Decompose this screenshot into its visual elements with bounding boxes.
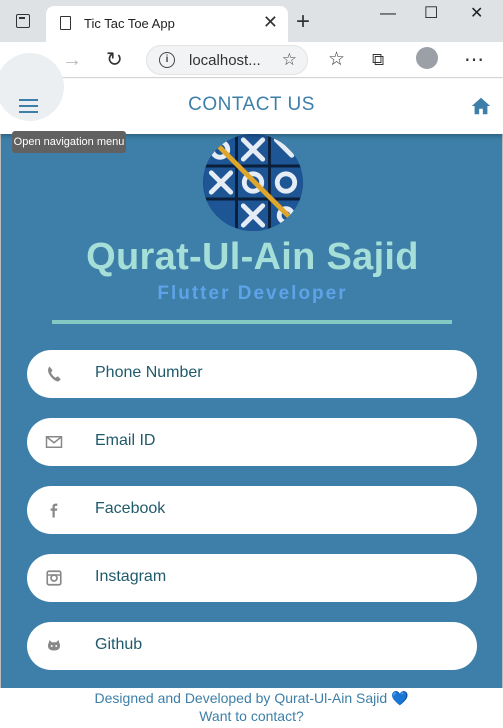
page-icon bbox=[60, 16, 71, 30]
add-favorite-icon[interactable]: ☆ bbox=[282, 50, 297, 70]
browser-titlebar: Tic Tac Toe App ✕ + — ☐ ✕ bbox=[0, 0, 503, 42]
favorites-icon[interactable]: ☆ bbox=[328, 46, 345, 74]
footer: Designed and Developed by Qurat-Ul-Ain S… bbox=[0, 688, 503, 728]
contact-label: Email ID bbox=[95, 432, 156, 449]
contact-phone-card[interactable]: Phone Number bbox=[27, 350, 477, 398]
minimize-button[interactable]: — bbox=[380, 2, 396, 26]
browser-toolbar: ← → ↻ i localhost... ☆ ☆ ⧉ ⋯ bbox=[0, 42, 503, 78]
contact-github-card[interactable]: Github bbox=[27, 622, 477, 670]
contact-label: Instagram bbox=[95, 568, 167, 585]
phone-icon bbox=[48, 366, 61, 382]
info-icon[interactable]: i bbox=[159, 52, 175, 68]
contact-instagram-card[interactable]: Instagram bbox=[27, 554, 477, 602]
footer-credit: Designed and Developed by Qurat-Ul-Ain S… bbox=[94, 690, 409, 706]
maximize-button[interactable]: ☐ bbox=[424, 2, 438, 26]
divider bbox=[52, 320, 452, 324]
developer-name: Qurat-Ul-Ain Sajid bbox=[86, 236, 419, 278]
contact-email-card[interactable]: Email ID bbox=[27, 418, 477, 466]
address-text[interactable]: localhost... bbox=[189, 52, 261, 69]
more-options-icon[interactable]: ⋯ bbox=[464, 46, 484, 74]
window-close-button[interactable]: ✕ bbox=[470, 2, 483, 26]
new-tab-button[interactable]: + bbox=[296, 8, 310, 36]
facebook-icon bbox=[50, 503, 58, 518]
instagram-icon bbox=[46, 570, 62, 586]
refresh-icon[interactable]: ↻ bbox=[106, 46, 123, 74]
mail-icon bbox=[45, 436, 63, 448]
page-title: CONTACT US bbox=[188, 94, 315, 115]
app-bar: CONTACT US bbox=[0, 53, 503, 134]
contact-label: Github bbox=[95, 636, 143, 653]
footer-contact-prompt[interactable]: Want to contact? bbox=[0, 708, 503, 724]
developer-role: Flutter Developer bbox=[157, 283, 348, 304]
address-bar[interactable]: i localhost... ☆ bbox=[146, 45, 308, 75]
forward-icon[interactable]: → bbox=[62, 46, 82, 74]
browser-tab[interactable]: Tic Tac Toe App ✕ bbox=[46, 6, 288, 42]
collections-icon[interactable]: ⧉ bbox=[372, 46, 384, 74]
github-icon bbox=[48, 640, 60, 651]
tab-actions-icon[interactable] bbox=[16, 14, 30, 28]
contact-label: Phone Number bbox=[95, 364, 203, 381]
tic-tac-toe-logo-icon bbox=[203, 134, 303, 231]
contact-label: Facebook bbox=[95, 500, 166, 517]
profile-avatar[interactable] bbox=[416, 47, 438, 69]
tab-title: Tic Tac Toe App bbox=[84, 16, 175, 31]
contact-panel: Qurat-Ul-Ain Sajid Flutter Developer Pho… bbox=[0, 134, 503, 688]
menu-tooltip: Open navigation menu bbox=[12, 131, 126, 153]
home-icon[interactable] bbox=[470, 95, 492, 117]
tab-close-button[interactable]: ✕ bbox=[263, 12, 278, 33]
contact-facebook-card[interactable]: Facebook bbox=[27, 486, 477, 534]
